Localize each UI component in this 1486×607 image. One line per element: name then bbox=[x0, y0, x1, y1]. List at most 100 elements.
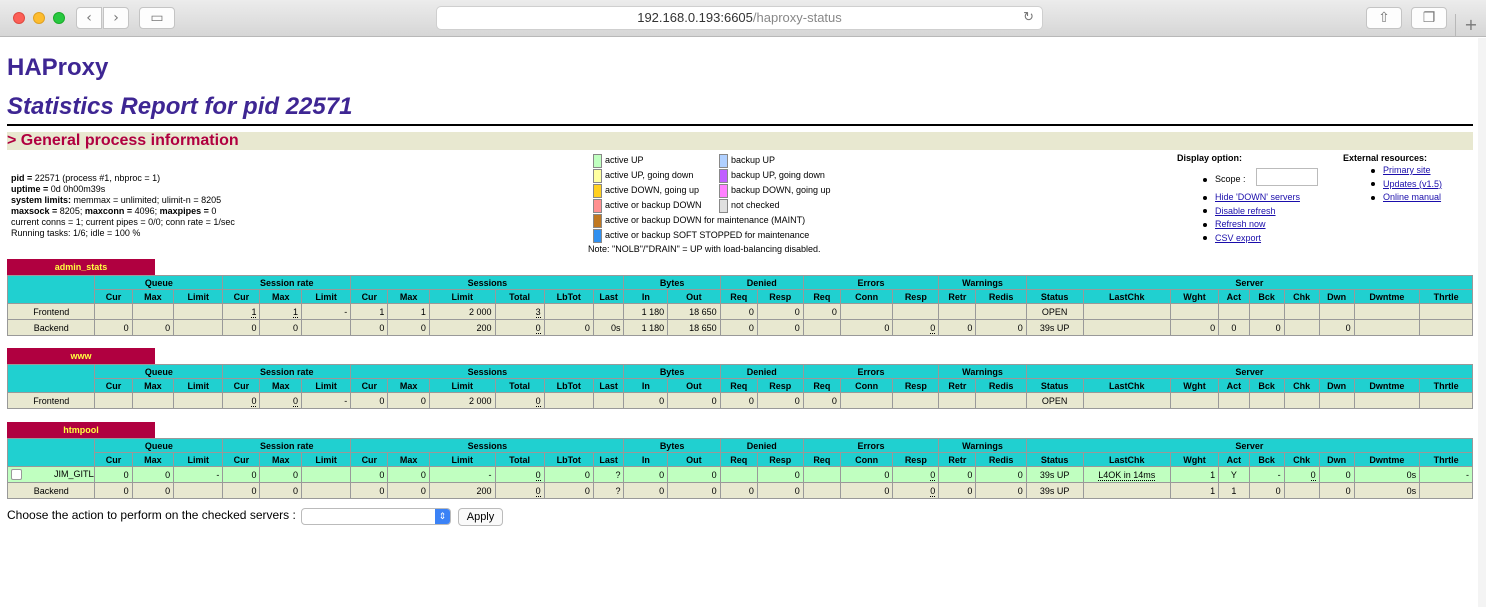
action-select[interactable]: ⇕ bbox=[301, 508, 451, 525]
table-cell: 0 bbox=[975, 319, 1027, 336]
table-cell: - bbox=[1248, 466, 1285, 483]
table-cell bbox=[1353, 319, 1421, 336]
table-cell bbox=[1218, 303, 1250, 320]
table-cell bbox=[1419, 319, 1473, 336]
legend-swatch bbox=[719, 184, 728, 198]
table-cell bbox=[1353, 392, 1421, 409]
table-cell bbox=[94, 392, 133, 409]
legend-item: active or backup SOFT STOPPED for mainte… bbox=[588, 228, 809, 243]
apply-button[interactable]: Apply bbox=[458, 508, 503, 526]
table-cell bbox=[802, 466, 841, 483]
column-header: Cur bbox=[94, 378, 133, 393]
display-option-link[interactable]: Disable refresh bbox=[1215, 206, 1276, 216]
table-cell bbox=[131, 392, 175, 409]
column-header: Act bbox=[1218, 289, 1250, 304]
column-header: Thrtle bbox=[1419, 452, 1473, 467]
scope-label: Scope : bbox=[1215, 174, 1246, 184]
table-cell: 0 bbox=[1283, 466, 1320, 483]
table-cell: OPEN bbox=[1025, 303, 1084, 320]
table-cell bbox=[1218, 392, 1250, 409]
column-header: Retr bbox=[938, 378, 977, 393]
table-cell: 0 bbox=[494, 392, 545, 409]
proxy-name[interactable]: htmpool bbox=[7, 422, 155, 438]
table-cell: 1 180 bbox=[623, 319, 669, 336]
column-header: Act bbox=[1218, 378, 1250, 393]
table-row: Frontend 1 1-1 1 2 000 3 1 180 18 650 0 0 0 OPEN bbox=[6, 303, 1473, 320]
close-window-icon[interactable] bbox=[13, 12, 25, 24]
column-header: Cur bbox=[350, 289, 389, 304]
table-cell: 18 650 bbox=[667, 303, 721, 320]
column-header: LbTot bbox=[543, 452, 594, 467]
table-row: Frontend 0 0-0 0 2 000 0 0 0 0 0 0 OPEN bbox=[6, 392, 1473, 409]
table-cell bbox=[301, 466, 352, 483]
column-header: In bbox=[623, 289, 669, 304]
reload-icon[interactable]: ↻ bbox=[1023, 7, 1034, 29]
address-bar[interactable]: 192.168.0.193:6605/haproxy-status ↻ bbox=[436, 6, 1043, 30]
table-cell bbox=[802, 319, 841, 336]
table-cell: 0 bbox=[387, 319, 430, 336]
table-cell: 0 bbox=[131, 319, 175, 336]
legend-label: active UP bbox=[605, 155, 644, 165]
table-cell: 0 bbox=[802, 303, 841, 320]
column-header: Out bbox=[667, 378, 721, 393]
display-option-link[interactable]: Hide 'DOWN' servers bbox=[1215, 192, 1300, 202]
column-header: Total bbox=[494, 378, 545, 393]
back-icon[interactable]: ‹ bbox=[76, 7, 102, 29]
column-header: Dwntme bbox=[1353, 289, 1421, 304]
proxy-name[interactable]: www bbox=[7, 348, 155, 364]
scope-input[interactable] bbox=[1256, 168, 1318, 186]
table-cell bbox=[938, 303, 977, 320]
column-header: Req bbox=[802, 452, 841, 467]
display-option-item: CSV export bbox=[1203, 233, 1261, 243]
column-header: Req bbox=[719, 452, 758, 467]
display-option-item: Hide 'DOWN' servers bbox=[1203, 192, 1300, 202]
new-tab-icon[interactable]: + bbox=[1455, 14, 1486, 37]
column-header: Act bbox=[1218, 452, 1250, 467]
external-resource-link[interactable]: Primary site bbox=[1383, 165, 1431, 175]
table-cell: ? bbox=[592, 482, 625, 499]
table-cell: 0 bbox=[131, 466, 175, 483]
group-header: Bytes bbox=[623, 364, 721, 379]
column-header: Req bbox=[719, 378, 758, 393]
table-cell: L4OK in 14ms bbox=[1082, 466, 1172, 483]
table-cell: 1 bbox=[1218, 482, 1250, 499]
external-resource-link[interactable]: Updates (v1.5) bbox=[1383, 179, 1442, 189]
legend-swatch bbox=[719, 199, 728, 213]
table-cell: 0 bbox=[839, 482, 894, 499]
url-host: 192.168.0.193:6605 bbox=[637, 10, 753, 25]
table-cell: 0 bbox=[892, 319, 940, 336]
table-cell bbox=[975, 392, 1027, 409]
share-icon[interactable]: ⇧ bbox=[1366, 7, 1402, 29]
table-cell: 0 bbox=[719, 482, 758, 499]
display-options: Display option: Scope : Hide 'DOWN' serv… bbox=[1177, 153, 1318, 243]
sidebar-icon[interactable]: ▭ bbox=[139, 7, 175, 29]
column-header: Bck bbox=[1248, 289, 1285, 304]
legend-label: active or backup DOWN for maintenance (M… bbox=[605, 215, 806, 225]
table-cell: 0 bbox=[387, 482, 430, 499]
table-cell bbox=[301, 319, 352, 336]
zoom-window-icon[interactable] bbox=[53, 12, 65, 24]
column-header: Wght bbox=[1169, 378, 1220, 393]
column-header: Resp bbox=[756, 289, 804, 304]
display-option-link[interactable]: CSV export bbox=[1215, 233, 1261, 243]
proxy-table: Queue Session rate Sessions Bytes Denied Erro… bbox=[6, 438, 1474, 499]
table-cell: 0 bbox=[350, 482, 389, 499]
column-header: Chk bbox=[1283, 452, 1320, 467]
scrollbar[interactable] bbox=[1478, 38, 1486, 607]
table-cell: 0 bbox=[543, 319, 594, 336]
server-checkbox[interactable] bbox=[11, 469, 22, 481]
legend-label: active or backup SOFT STOPPED for mainte… bbox=[605, 230, 810, 240]
group-header: Server bbox=[1025, 438, 1474, 453]
forward-icon[interactable]: › bbox=[103, 7, 129, 29]
column-header: Status bbox=[1025, 378, 1084, 393]
column-header: Max bbox=[131, 452, 175, 467]
tabs-overview-icon[interactable]: ❐ bbox=[1411, 7, 1447, 29]
display-option-link[interactable]: Refresh now bbox=[1215, 219, 1266, 229]
column-header: Limit bbox=[428, 289, 496, 304]
external-resource-link[interactable]: Online manual bbox=[1383, 192, 1441, 202]
table-cell: 3 bbox=[494, 303, 545, 320]
minimize-window-icon[interactable] bbox=[33, 12, 45, 24]
proxy-name[interactable]: admin_stats bbox=[7, 259, 155, 275]
browser-toolbar: ‹ › ▭ 192.168.0.193:6605/haproxy-status ↻… bbox=[0, 0, 1486, 37]
table-cell: 0 bbox=[756, 482, 804, 499]
